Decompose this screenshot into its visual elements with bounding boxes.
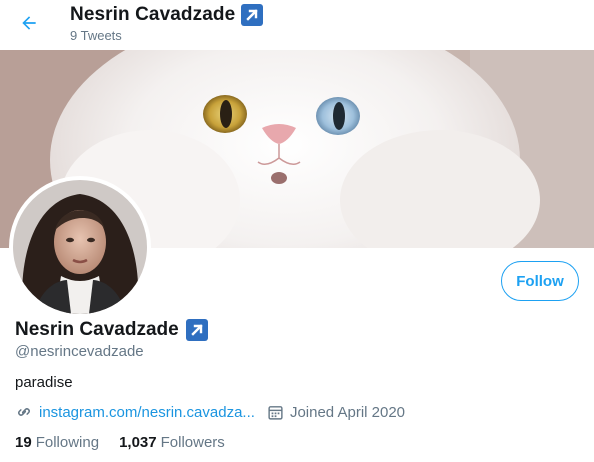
arrow-left-icon (22, 16, 36, 30)
back-button[interactable] (12, 6, 46, 40)
profile-meta-row: instagram.com/nesrin.cavadza... Joined A… (15, 403, 405, 421)
calendar-icon (268, 405, 283, 420)
profile-name-row: Nesrin Cavadzade (15, 319, 208, 341)
followers-stat[interactable]: 1,037 Followers (119, 434, 225, 451)
followers-count: 1,037 (119, 434, 157, 451)
profile-handle: @nesrincevadzade (15, 343, 144, 360)
header-name: Nesrin Cavadzade (70, 4, 236, 25)
following-count: 19 (15, 434, 32, 451)
top-bar: Nesrin Cavadzade 9 Tweets (0, 0, 594, 50)
profile-bio: paradise (15, 374, 73, 391)
link-icon (18, 408, 30, 416)
avatar-image (13, 180, 147, 314)
joined-date-text: Joined April 2020 (289, 403, 406, 421)
arrow-up-right-badge-icon (185, 319, 208, 341)
arrow-up-right-badge-icon (241, 4, 264, 26)
website-link[interactable]: instagram.com/nesrin.cavadza... (15, 403, 255, 421)
header-tweet-count: 9 Tweets (70, 28, 122, 43)
following-stat[interactable]: 19 Following (15, 434, 99, 451)
header-name-row: Nesrin Cavadzade (70, 4, 264, 26)
joined-date: Joined April 2020 (267, 404, 405, 421)
follow-button[interactable]: Follow (501, 261, 579, 301)
followers-label: Followers (160, 434, 225, 451)
following-label: Following (35, 434, 100, 451)
website-link-text[interactable]: instagram.com/nesrin.cavadza... (39, 404, 255, 421)
profile-stats-row: 19 Following 1,037 Followers (15, 434, 225, 451)
profile-name: Nesrin Cavadzade (15, 319, 179, 340)
profile-avatar[interactable] (9, 176, 151, 318)
